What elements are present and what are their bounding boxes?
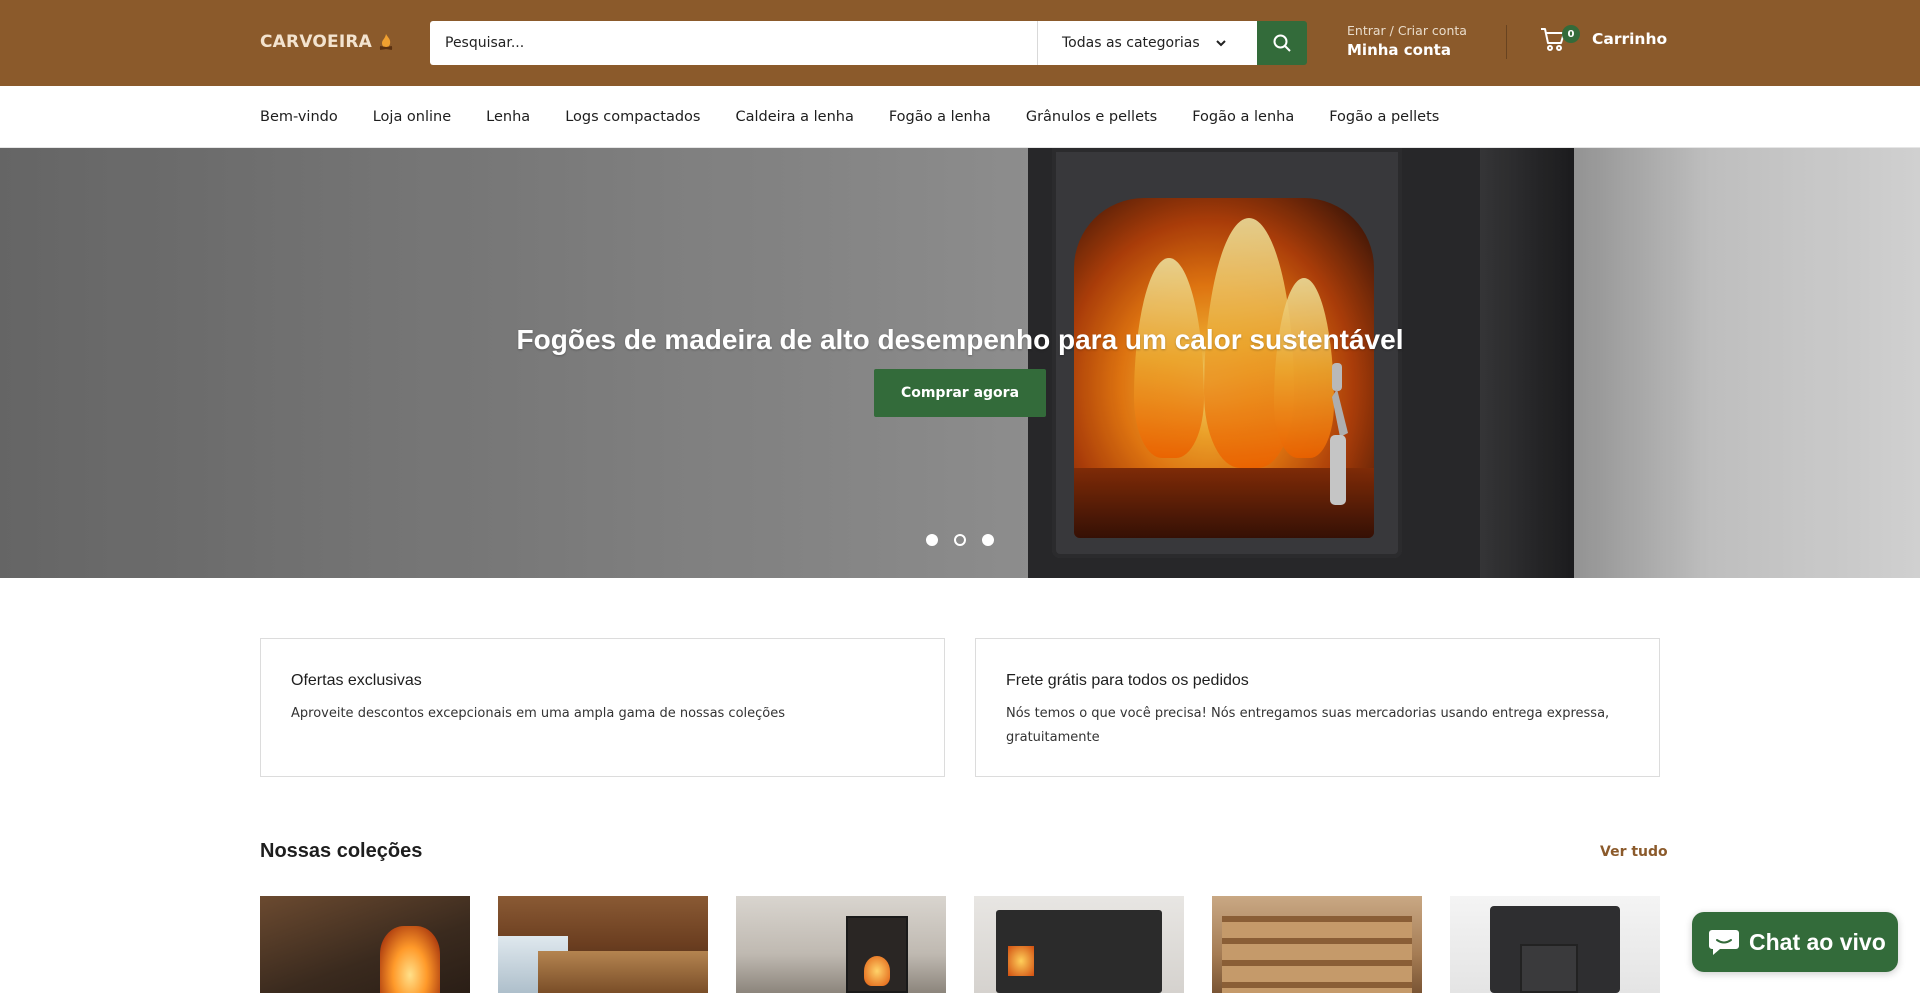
- search-button[interactable]: [1257, 21, 1307, 65]
- main-nav: Bem-vindo Loja online Lenha Logs compact…: [0, 86, 1920, 148]
- search-input[interactable]: [430, 21, 1037, 65]
- slide-dot-3[interactable]: [982, 534, 994, 546]
- card-shelves: [1222, 916, 1412, 993]
- view-all-link[interactable]: Ver tudo: [1600, 844, 1668, 860]
- login-register-text[interactable]: Entrar / Criar conta: [1347, 22, 1467, 40]
- hero-overlay: [0, 148, 1920, 578]
- nav-item-fogao-a-pellets[interactable]: Fogão a pellets: [1329, 109, 1439, 125]
- live-chat-button[interactable]: Chat ao vivo: [1692, 912, 1898, 972]
- cart-count-badge: 0: [1562, 25, 1580, 43]
- feature-box-offers: Ofertas exclusivas Aproveite descontos e…: [260, 638, 945, 777]
- collection-card-4[interactable]: [974, 896, 1184, 993]
- chat-bubble-icon: [1709, 930, 1739, 955]
- chevron-down-icon: [1215, 40, 1226, 47]
- nav-item-bem-vindo[interactable]: Bem-vindo: [260, 109, 338, 125]
- nav-item-granulos-pellets[interactable]: Grânulos e pellets: [1026, 109, 1157, 125]
- collection-card-3[interactable]: [736, 896, 946, 993]
- card-logs: [538, 951, 708, 993]
- logo[interactable]: CARVOEIRA: [260, 28, 396, 56]
- nav-item-lenha[interactable]: Lenha: [486, 109, 530, 125]
- nav-item-caldeira-a-lenha[interactable]: Caldeira a lenha: [735, 109, 853, 125]
- header: CARVOEIRA Todas as categorias Entrar / C…: [0, 0, 1920, 86]
- nav-item-loja-online[interactable]: Loja online: [373, 109, 451, 125]
- slide-dot-2[interactable]: [954, 534, 966, 546]
- card-fire-glow: [380, 926, 440, 993]
- nav-list: Bem-vindo Loja online Lenha Logs compact…: [260, 86, 1439, 148]
- collection-card-2[interactable]: [498, 896, 708, 993]
- category-select[interactable]: Todas as categorias: [1037, 21, 1257, 65]
- chat-label: Chat ao vivo: [1749, 928, 1886, 955]
- shop-now-button[interactable]: Comprar agora: [874, 369, 1046, 417]
- collection-card-1[interactable]: [260, 896, 470, 993]
- cart-button[interactable]: 0 Carrinho: [1540, 25, 1668, 52]
- card-fire-glow: [1008, 946, 1034, 976]
- collection-card-5[interactable]: [1212, 896, 1422, 993]
- search-bar: Todas as categorias: [430, 21, 1307, 65]
- feature-box-shipping: Frete grátis para todos os pedidos Nós t…: [975, 638, 1660, 777]
- card-fire-glow: [864, 956, 890, 986]
- slideshow-dots: [926, 534, 994, 546]
- category-select-value: Todas as categorias: [1062, 35, 1200, 51]
- account-link[interactable]: Entrar / Criar conta Minha conta: [1347, 22, 1467, 60]
- nav-item-fogao-a-lenha-2[interactable]: Fogão a lenha: [1192, 109, 1294, 125]
- hero-title: Fogões de madeira de alto desempenho par…: [516, 324, 1404, 355]
- logo-text: CARVOEIRA: [260, 32, 373, 52]
- search-icon: [1273, 34, 1291, 52]
- feature-text: Nós temos o que você precisa! Nós entreg…: [1006, 706, 1610, 745]
- nav-item-fogao-a-lenha[interactable]: Fogão a lenha: [889, 109, 991, 125]
- cart-label: Carrinho: [1592, 30, 1668, 48]
- collections-title: Nossas coleções: [260, 840, 423, 862]
- hero-slideshow: Fogões de madeira de alto desempenho par…: [0, 148, 1920, 578]
- feature-title: Ofertas exclusivas: [291, 672, 422, 689]
- my-account-text[interactable]: Minha conta: [1347, 40, 1467, 60]
- feature-title: Frete grátis para todos os pedidos: [1006, 672, 1249, 689]
- feature-text: Aproveite descontos excepcionais em uma …: [291, 706, 786, 721]
- flame-logo-icon: [379, 34, 393, 50]
- cart-icon-wrap: 0: [1540, 25, 1580, 52]
- collection-card-6[interactable]: [1450, 896, 1660, 993]
- card-stove-door: [1520, 944, 1578, 993]
- header-divider: [1506, 25, 1507, 59]
- slide-dot-1[interactable]: [926, 534, 938, 546]
- nav-item-logs-compactados[interactable]: Logs compactados: [565, 109, 700, 125]
